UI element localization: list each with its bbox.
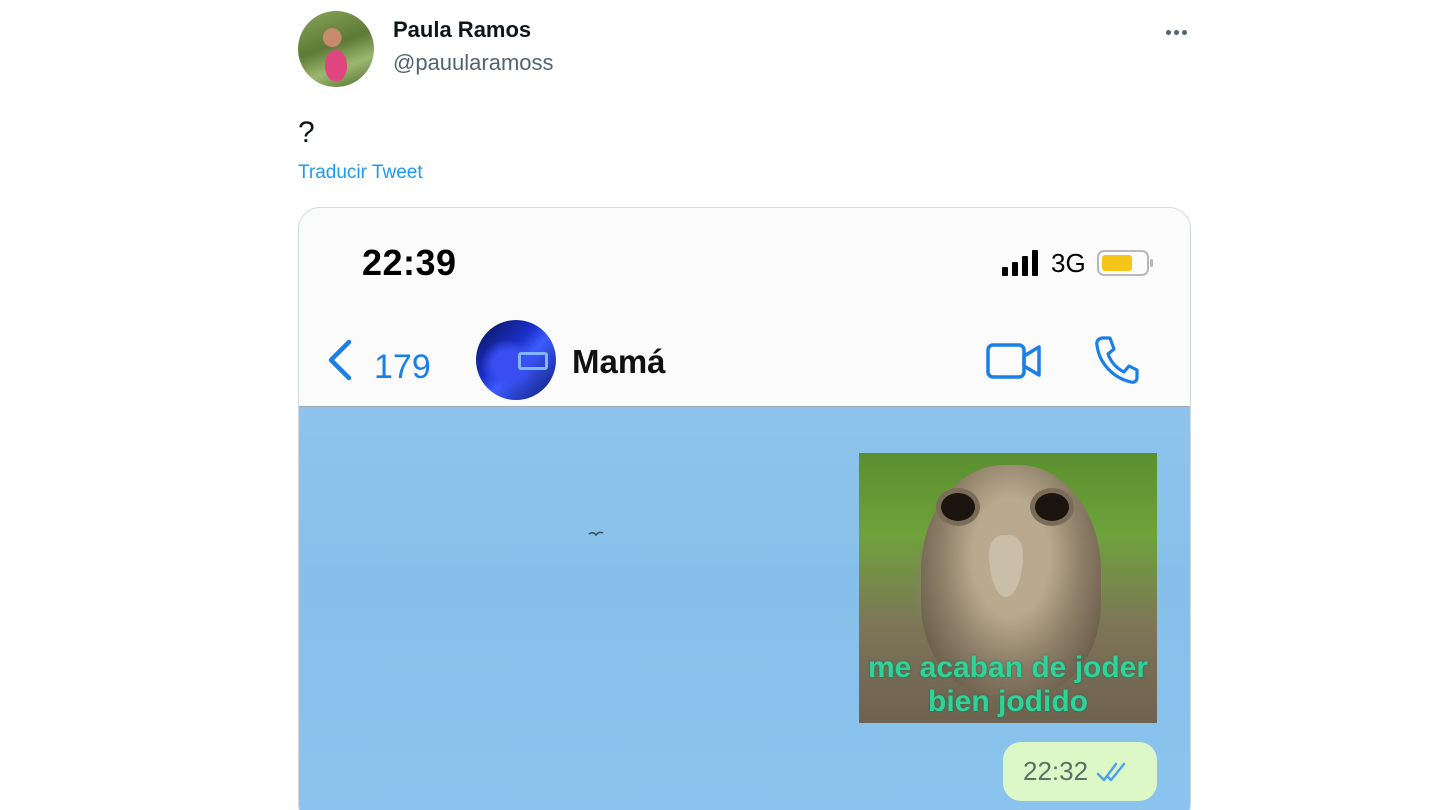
author-handle[interactable]: @pauularamoss <box>393 50 554 76</box>
bird-silhouette <box>588 531 604 537</box>
contact-name[interactable]: Mamá <box>572 343 666 381</box>
status-time: 22:39 <box>362 242 457 283</box>
battery-icon <box>1097 250 1153 276</box>
network-type: 3G <box>1051 248 1086 278</box>
phone-status-bar: 22:39 3G <box>299 208 1190 318</box>
chevron-left-icon[interactable] <box>325 338 355 382</box>
phone-icon[interactable] <box>1093 334 1139 386</box>
signal-bars-icon <box>1002 250 1038 276</box>
chat-background: me acaban de joder bien jodido 22:32 <box>299 406 1190 810</box>
author-name[interactable]: Paula Ramos <box>393 17 531 43</box>
more-options-icon[interactable] <box>1160 20 1192 44</box>
chat-header: 179 Mamá <box>299 318 1190 408</box>
tweet-media-image[interactable]: 22:39 3G 179 Mamá me acaban de joder bie… <box>298 207 1191 810</box>
tweet: Paula Ramos @pauularamoss ? Traducir Twe… <box>0 0 1440 810</box>
video-call-icon[interactable] <box>985 340 1043 382</box>
contact-avatar[interactable] <box>476 320 556 400</box>
image-message[interactable]: me acaban de joder bien jodido <box>859 453 1157 723</box>
message-time: 22:32 <box>1023 756 1089 786</box>
double-check-icon <box>1096 762 1126 781</box>
meme-caption: me acaban de joder bien jodido <box>867 651 1149 718</box>
unread-count[interactable]: 179 <box>374 348 431 387</box>
message-timestamp-bubble[interactable]: 22:32 <box>1003 742 1157 801</box>
tweet-text: ? <box>298 116 315 149</box>
translate-tweet-link[interactable]: Traducir Tweet <box>298 162 423 184</box>
author-avatar[interactable] <box>298 11 374 87</box>
